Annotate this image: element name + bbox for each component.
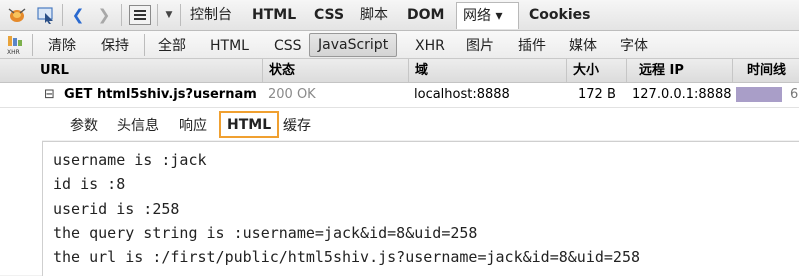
firebug-icon[interactable] [4,4,30,26]
column-remote-ip[interactable]: 远程 IP [626,59,732,82]
tab-headers[interactable]: 头信息 [117,115,159,137]
column-status[interactable]: 状态 [262,59,408,82]
toolbar-separator [157,4,158,26]
column-domain[interactable]: 域 [408,59,566,82]
tab-cache[interactable]: 缓存 [283,115,311,137]
filter-all[interactable]: 全部 [158,36,186,56]
filter-fonts[interactable]: 字体 [620,36,648,56]
response-line: the query string is :username=jack&id=8&… [53,224,478,242]
request-domain: localhost:8888 [414,87,510,102]
tab-network[interactable]: 网络 ▾ [456,2,519,29]
tab-css[interactable]: CSS [314,5,344,25]
response-line: username is :jack [53,151,207,169]
toolbar-separator [62,4,63,26]
persist-button[interactable]: 保持 [101,36,129,56]
inspect-icon[interactable] [34,4,58,26]
tab-response[interactable]: 响应 [179,115,207,137]
column-timeline[interactable]: 时间线 [732,59,799,82]
request-remote-ip: 127.0.0.1:8888 [632,87,732,102]
tab-params[interactable]: 参数 [70,115,98,137]
filter-plugins[interactable]: 插件 [518,36,546,56]
response-line: id is :8 [53,175,126,193]
tab-dom[interactable]: DOM [407,5,444,25]
xhr-icon: XHR [4,34,26,56]
column-url[interactable]: URL [34,59,262,82]
tab-html[interactable]: HTML [252,5,296,25]
forward-icon[interactable]: ❯ [94,4,114,26]
tab-detail-html[interactable]: HTML [219,111,280,138]
tab-script[interactable]: 脚本 [360,5,388,25]
timeline-value: 6 [790,87,799,102]
request-size: 172 B [578,87,616,102]
tab-console[interactable]: 控制台 [190,5,232,25]
toolbar-separator [32,34,33,56]
expand-toggle-icon[interactable]: ⊟ [44,83,55,107]
table-row[interactable]: ⊟ GET html5shiv.js?usernam 200 OK localh… [0,83,799,108]
filter-toolbar: XHR 清除 保持 全部 HTML CSS JavaScript XHR 图片 … [0,31,799,59]
toolbar-separator [121,4,122,26]
menu-icon[interactable] [127,4,153,26]
tab-cookies[interactable]: Cookies [529,5,590,25]
request-table-header: URL 状态 域 大小 远程 IP 时间线 [0,59,799,83]
filter-css[interactable]: CSS [274,36,302,56]
filter-javascript[interactable]: JavaScript [309,33,398,57]
back-icon[interactable]: ❮ [68,4,88,26]
timeline-bar [736,87,782,102]
html-preview-panel: username is :jack id is :8 userid is :25… [42,141,799,276]
toolbar-separator [144,34,145,56]
response-line: the url is :/first/public/html5shiv.js?u… [53,248,640,266]
main-toolbar: ❮ ❯ ▼ 控制台 HTML CSS 脚本 DOM 网络 ▾ Cookies [0,0,799,31]
dropdown-icon[interactable]: ▼ [161,4,177,26]
svg-text:XHR: XHR [7,49,20,55]
filter-html[interactable]: HTML [210,36,249,56]
request-status: 200 OK [268,87,316,102]
clear-button[interactable]: 清除 [48,36,76,56]
response-line: userid is :258 [53,200,180,218]
filter-media[interactable]: 媒体 [569,36,597,56]
detail-tabs: 参数 头信息 响应 HTML 缓存 [0,108,799,140]
filter-xhr[interactable]: XHR [415,36,445,56]
toolbar-separator [180,4,181,26]
column-size[interactable]: 大小 [566,59,626,82]
request-url[interactable]: GET html5shiv.js?usernam [64,83,260,107]
filter-images[interactable]: 图片 [466,36,494,56]
